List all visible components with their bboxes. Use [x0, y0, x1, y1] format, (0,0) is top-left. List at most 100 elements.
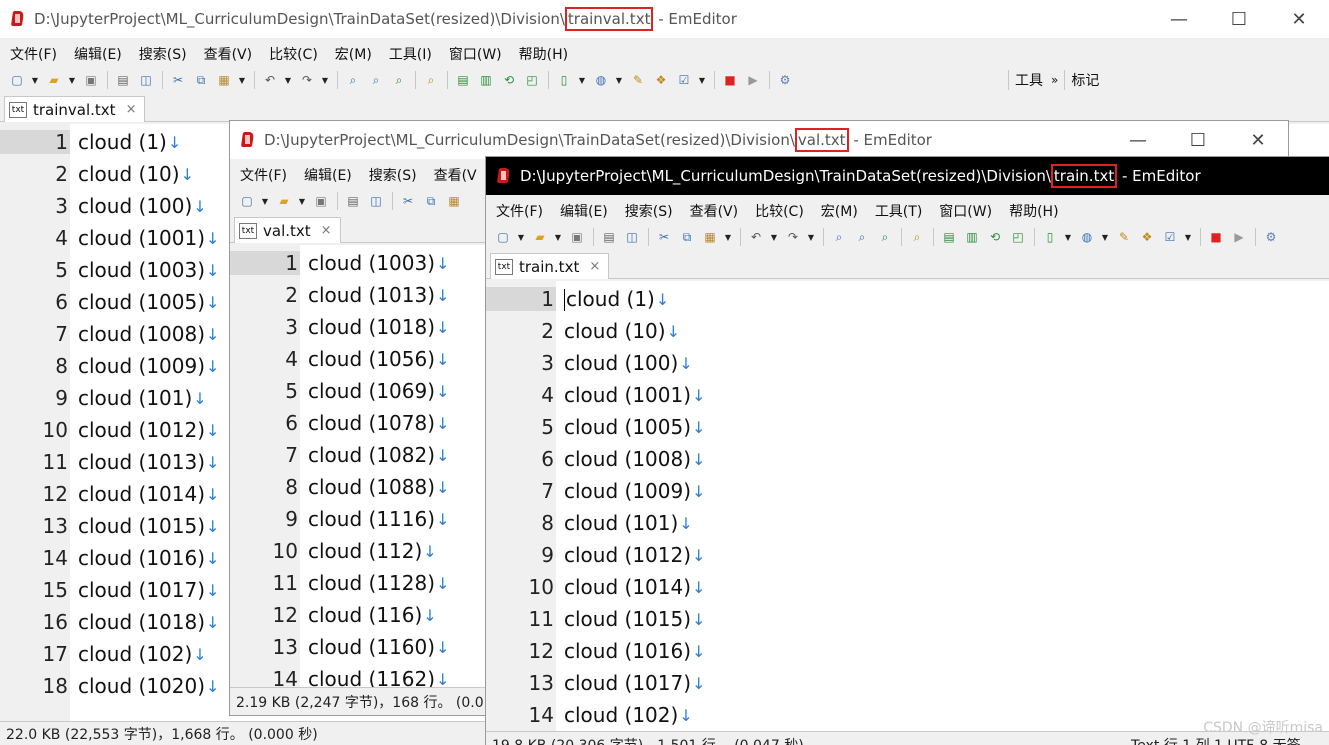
- copy-icon[interactable]: ⧉: [678, 228, 696, 246]
- cut-icon[interactable]: ✂: [655, 228, 673, 246]
- editor-line[interactable]: 13 cloud (1017) ↓: [486, 667, 1329, 699]
- chevron-down-icon[interactable]: ▼: [1184, 228, 1192, 246]
- save-icon[interactable]: ▣: [568, 228, 586, 246]
- new-file-icon[interactable]: ▢: [8, 71, 26, 89]
- menu-search[interactable]: 搜索(S): [139, 44, 187, 64]
- menu-window[interactable]: 窗口(W): [939, 201, 992, 221]
- menu-edit[interactable]: 编辑(E): [74, 44, 122, 64]
- maximize-button[interactable]: ☐: [1168, 121, 1228, 159]
- save-icon[interactable]: ▣: [82, 71, 100, 89]
- menu-file[interactable]: 文件(F): [240, 165, 287, 185]
- save-icon[interactable]: ▣: [312, 192, 330, 210]
- menu-view[interactable]: 查看(V: [434, 165, 477, 185]
- editor-line[interactable]: 12 cloud (1016) ↓: [486, 635, 1329, 667]
- editor-line[interactable]: 1 cloud (1) ↓: [486, 283, 1329, 315]
- editor-line[interactable]: 11 cloud (1015) ↓: [486, 603, 1329, 635]
- view-window-icon[interactable]: ◰: [1009, 228, 1027, 246]
- view-outline-icon[interactable]: ▥: [963, 228, 981, 246]
- print-preview-icon[interactable]: ◫: [367, 192, 385, 210]
- menu-edit[interactable]: 编辑(E): [304, 165, 352, 185]
- menu-search[interactable]: 搜索(S): [625, 201, 673, 221]
- menu-search[interactable]: 搜索(S): [369, 165, 417, 185]
- copy-icon[interactable]: ⧉: [422, 192, 440, 210]
- find-in-files-icon[interactable]: ⌕: [908, 228, 926, 246]
- chevron-down-icon[interactable]: ▼: [615, 71, 623, 89]
- run-macro-icon[interactable]: ▶: [1230, 228, 1248, 246]
- undo-icon[interactable]: ↶: [747, 228, 765, 246]
- chevron-down-icon[interactable]: ▼: [698, 71, 706, 89]
- find-in-files-icon[interactable]: ⌕: [422, 71, 440, 89]
- print-icon[interactable]: ▤: [114, 71, 132, 89]
- chevron-down-icon[interactable]: ▼: [578, 71, 586, 89]
- close-button[interactable]: ✕: [1228, 121, 1288, 159]
- title-bar[interactable]: D:\JupyterProject\ML_CurriculumDesign\Tr…: [230, 121, 1288, 159]
- menu-tools[interactable]: 工具(I): [389, 44, 432, 64]
- checklist-icon[interactable]: ☑: [675, 71, 693, 89]
- menu-compare[interactable]: 比较(C): [269, 44, 318, 64]
- minimize-button[interactable]: —: [1149, 0, 1209, 38]
- cut-icon[interactable]: ✂: [399, 192, 417, 210]
- chevron-down-icon[interactable]: ▼: [554, 228, 562, 246]
- paste-icon[interactable]: ▦: [701, 228, 719, 246]
- menu-file[interactable]: 文件(F): [10, 44, 57, 64]
- menu-help[interactable]: 帮助(H): [1009, 201, 1058, 221]
- view-outline-icon[interactable]: ▥: [477, 71, 495, 89]
- menu-macro[interactable]: 宏(M): [821, 201, 858, 221]
- bookmark-toolbar-label[interactable]: 标记: [1071, 70, 1099, 90]
- menu-file[interactable]: 文件(F): [496, 201, 543, 221]
- chevron-down-icon[interactable]: ▼: [724, 228, 732, 246]
- open-folder-icon[interactable]: ▰: [531, 228, 549, 246]
- find-next-icon[interactable]: ⌕: [853, 228, 871, 246]
- config-icon[interactable]: ✎: [629, 71, 647, 89]
- document-icon[interactable]: ▯: [555, 71, 573, 89]
- chevron-down-icon[interactable]: ▼: [1064, 228, 1072, 246]
- new-file-icon[interactable]: ▢: [494, 228, 512, 246]
- chevron-down-icon[interactable]: ▼: [68, 71, 76, 89]
- run-macro-icon[interactable]: ▶: [744, 71, 762, 89]
- menu-view[interactable]: 查看(V): [690, 201, 739, 221]
- chevron-down-icon[interactable]: ▼: [261, 192, 269, 210]
- paste-icon[interactable]: ▦: [215, 71, 233, 89]
- chevron-down-icon[interactable]: ▼: [517, 228, 525, 246]
- chevron-down-icon[interactable]: ▼: [770, 228, 778, 246]
- refresh-icon[interactable]: ⟲: [500, 71, 518, 89]
- copy-icon[interactable]: ⧉: [192, 71, 210, 89]
- menu-edit[interactable]: 编辑(E): [560, 201, 608, 221]
- editor-line[interactable]: 7 cloud (1009) ↓: [486, 475, 1329, 507]
- document-icon[interactable]: ▯: [1041, 228, 1059, 246]
- print-icon[interactable]: ▤: [344, 192, 362, 210]
- checklist-icon[interactable]: ☑: [1161, 228, 1179, 246]
- tools-toolbar-label[interactable]: 工具: [1015, 70, 1043, 90]
- menu-help[interactable]: 帮助(H): [519, 44, 568, 64]
- title-bar[interactable]: D:\JupyterProject\ML_CurriculumDesign\Tr…: [0, 0, 1329, 38]
- find-prev-icon[interactable]: ⌕: [876, 228, 894, 246]
- window-train[interactable]: D:\JupyterProject\ML_CurriculumDesign\Tr…: [485, 156, 1329, 745]
- editor-line[interactable]: 6 cloud (1008) ↓: [486, 443, 1329, 475]
- view-window-icon[interactable]: ◰: [523, 71, 541, 89]
- paste-icon[interactable]: ▦: [445, 192, 463, 210]
- editor-line[interactable]: 8 cloud (101) ↓: [486, 507, 1329, 539]
- toolbar-overflow-icon[interactable]: »: [1051, 73, 1058, 87]
- editor-line[interactable]: 5 cloud (1005) ↓: [486, 411, 1329, 443]
- chevron-down-icon[interactable]: ▼: [238, 71, 246, 89]
- globe-icon[interactable]: ◍: [592, 71, 610, 89]
- title-bar[interactable]: D:\JupyterProject\ML_CurriculumDesign\Tr…: [486, 157, 1329, 195]
- close-tab-icon[interactable]: ×: [321, 223, 332, 238]
- undo-icon[interactable]: ↶: [261, 71, 279, 89]
- tab-train[interactable]: txt train.txt ×: [490, 253, 610, 279]
- find-next-icon[interactable]: ⌕: [367, 71, 385, 89]
- minimize-button[interactable]: —: [1108, 121, 1168, 159]
- refresh-icon[interactable]: ⟲: [986, 228, 1004, 246]
- print-preview-icon[interactable]: ◫: [623, 228, 641, 246]
- editor-line[interactable]: 3 cloud (100) ↓: [486, 347, 1329, 379]
- record-macro-icon[interactable]: ■: [721, 71, 739, 89]
- config-icon[interactable]: ✎: [1115, 228, 1133, 246]
- new-file-icon[interactable]: ▢: [238, 192, 256, 210]
- view-list-icon[interactable]: ▤: [940, 228, 958, 246]
- chevron-down-icon[interactable]: ▼: [298, 192, 306, 210]
- menu-compare[interactable]: 比较(C): [755, 201, 804, 221]
- print-icon[interactable]: ▤: [600, 228, 618, 246]
- tab-val[interactable]: txt val.txt ×: [234, 217, 341, 243]
- menu-tools[interactable]: 工具(T): [875, 201, 922, 221]
- chevron-down-icon[interactable]: ▼: [1101, 228, 1109, 246]
